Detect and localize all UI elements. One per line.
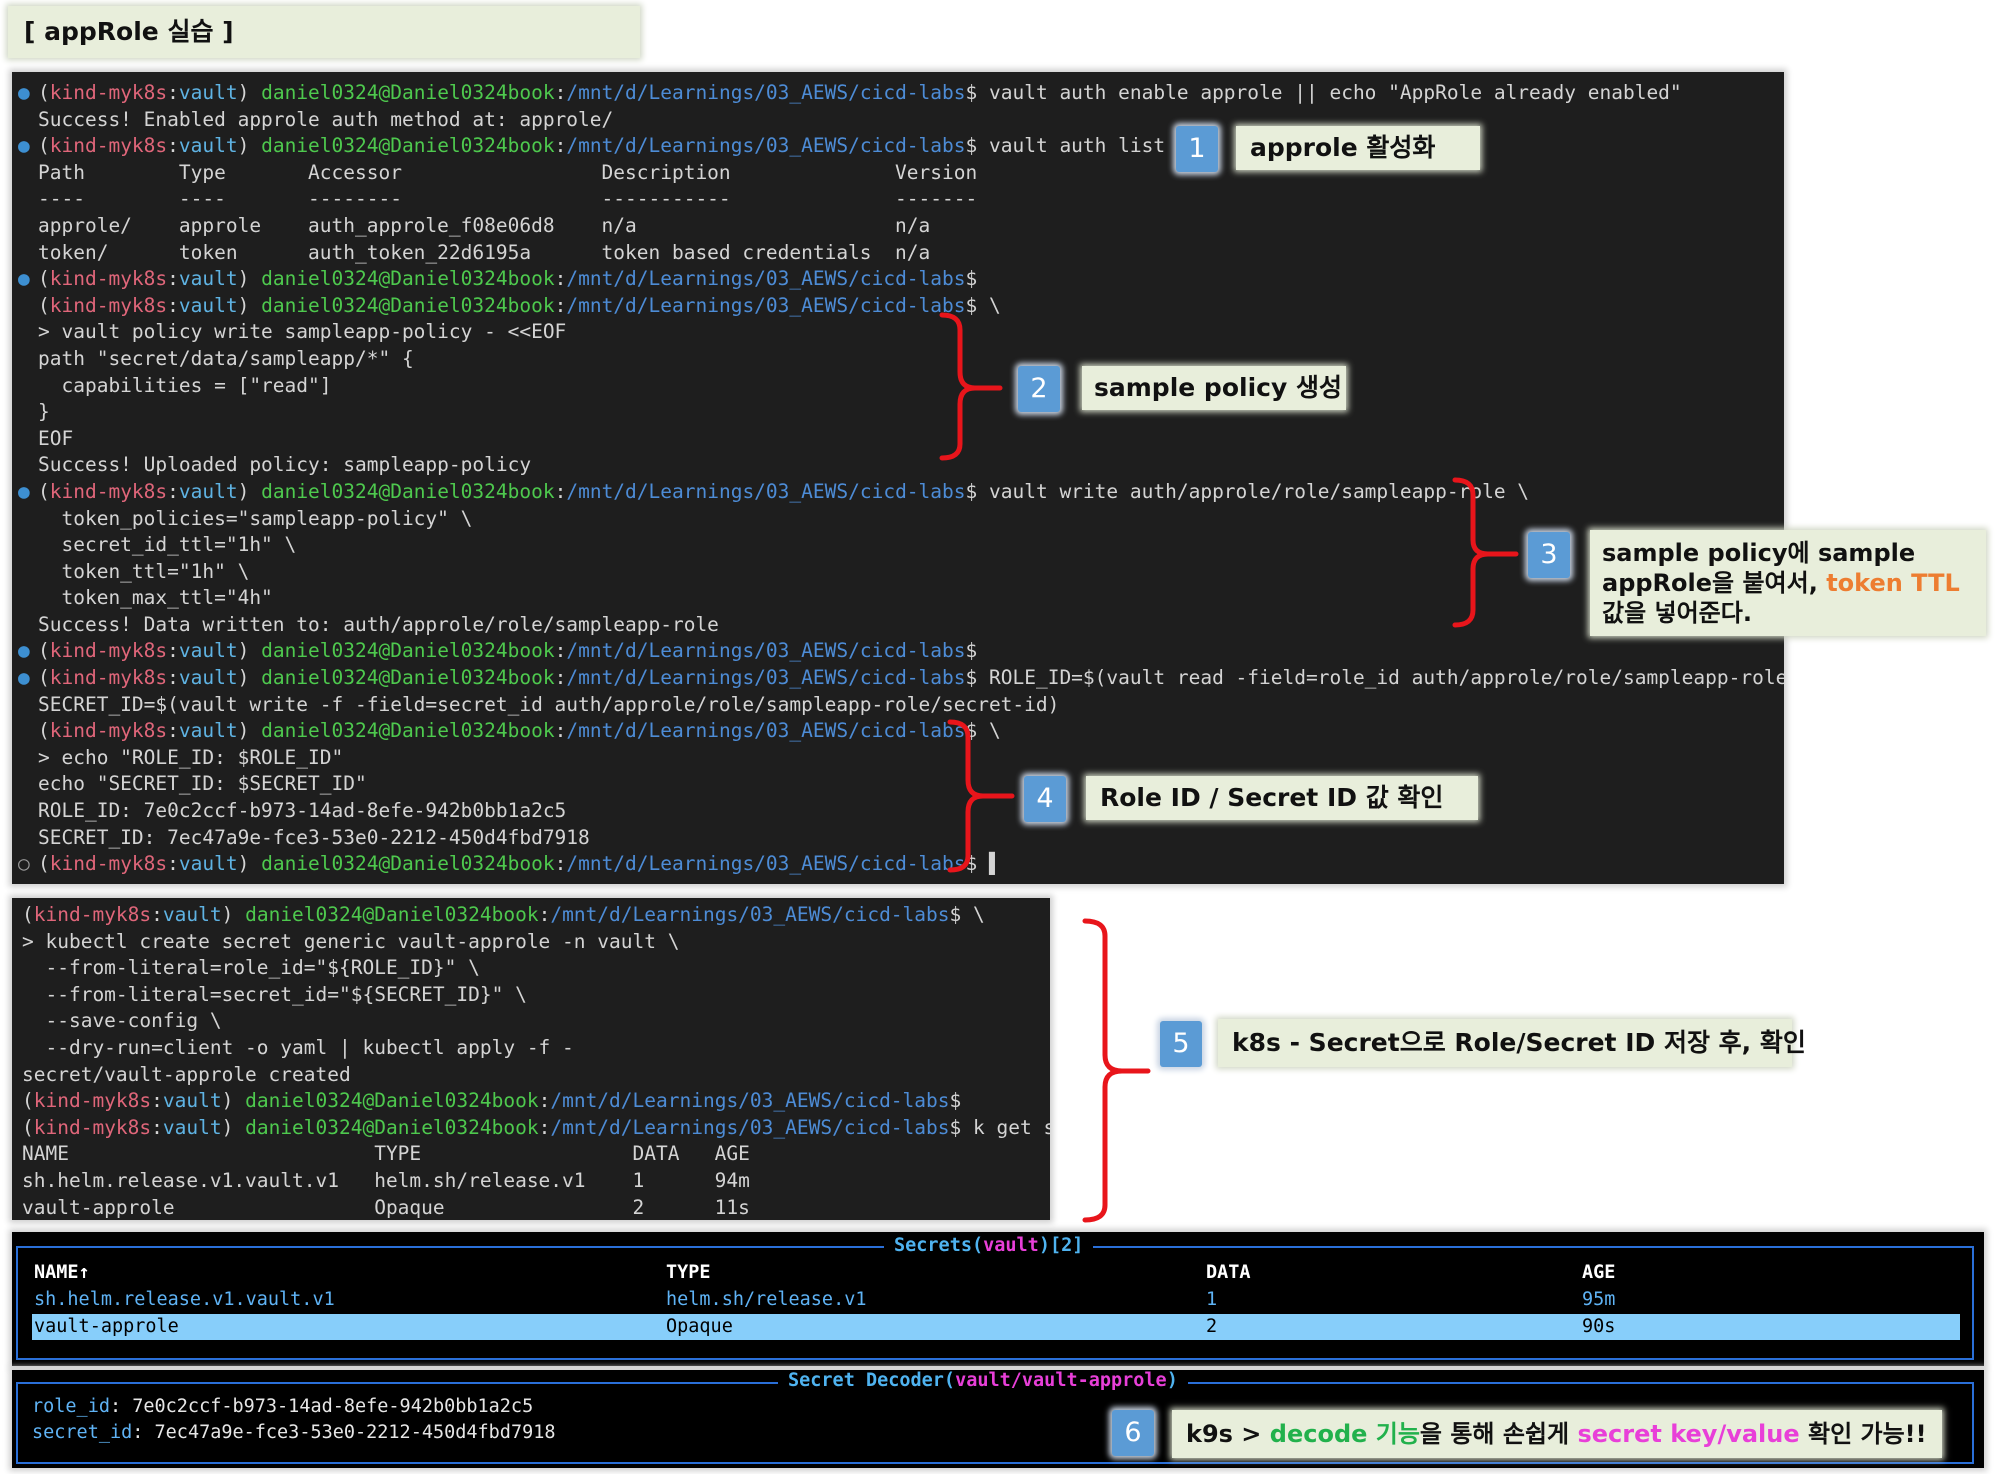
token-ttl-highlight: token TTL bbox=[1826, 569, 1960, 597]
k9s-cell-data: 2 bbox=[1206, 1316, 1218, 1337]
step-badge-6: 6 bbox=[1112, 1410, 1154, 1456]
k9s-row[interactable]: sh.helm.release.v1.vault.v1 helm.sh/rele… bbox=[12, 1287, 1984, 1313]
decoder-value: : 7ec47a9e-fce3-53e0-2212-450d4fbd7918 bbox=[132, 1422, 556, 1443]
callout-approle-ttl: sample policy에 sample appRole을 붙여서, toke… bbox=[1590, 530, 1986, 636]
step-badge-2: 2 bbox=[1018, 366, 1060, 412]
step-badge-1: 1 bbox=[1176, 126, 1218, 172]
k9s-decoder-title: Secret Decoder(vault/vault-approle) bbox=[778, 1370, 1188, 1392]
bracket-4 bbox=[947, 719, 1015, 873]
callout-3-line-2: appRole을 붙여서, token TTL bbox=[1602, 569, 1960, 597]
k9s-cell-age: 95m bbox=[1582, 1289, 1616, 1310]
k9s-cell-data: 1 bbox=[1206, 1289, 1218, 1310]
decoder-value: : 7e0c2ccf-b973-14ad-8efe-942b0bb1a2c5 bbox=[109, 1396, 534, 1417]
k9s-cell-name: sh.helm.release.v1.vault.v1 bbox=[34, 1289, 335, 1310]
k9s-cell-age: 90s bbox=[1582, 1316, 1616, 1337]
bracket-3 bbox=[1452, 477, 1519, 628]
k9s-header-data[interactable]: DATA bbox=[1206, 1260, 1251, 1286]
k9s-cell-type: Opaque bbox=[666, 1316, 733, 1337]
k9s-secrets-title: Secrets(vault)[2] bbox=[884, 1235, 1094, 1257]
k9s-cell-name: vault-approle bbox=[34, 1316, 179, 1337]
decoder-key: secret_id bbox=[32, 1422, 133, 1443]
bracket-2 bbox=[939, 312, 1003, 461]
k9s-cell-type: helm.sh/release.v1 bbox=[666, 1289, 867, 1310]
callout-approle-enable: approle 활성화 bbox=[1236, 126, 1480, 170]
k9s-secrets-view[interactable]: Secrets(vault)[2] NAME↑ TYPE DATA AGE sh… bbox=[12, 1232, 1984, 1366]
callout-role-secret-id: Role ID / Secret ID 값 확인 bbox=[1086, 776, 1478, 820]
callout-3-line-3: 값을 넣어준다. bbox=[1602, 599, 1752, 627]
k9s-header-name[interactable]: NAME↑ bbox=[34, 1260, 90, 1286]
callout-k9s-decode: k9s > decode 기능을 통해 손쉽게 secret key/value… bbox=[1172, 1410, 1942, 1458]
k9s-row-selected[interactable]: vault-approle Opaque 2 90s bbox=[32, 1314, 1960, 1340]
callout-3-line-1: sample policy에 sample bbox=[1602, 539, 1916, 567]
callout-sample-policy: sample policy 생성 bbox=[1082, 366, 1346, 410]
k9s-header-age[interactable]: AGE bbox=[1582, 1260, 1615, 1286]
bracket-5 bbox=[1082, 918, 1151, 1223]
step-badge-5: 5 bbox=[1160, 1021, 1202, 1067]
callout-k8s-secret: k8s - Secret으로 Role/Secret ID 저장 후, 확인 bbox=[1218, 1019, 1806, 1067]
step-badge-4: 4 bbox=[1024, 776, 1066, 822]
decoder-key: role_id bbox=[32, 1396, 110, 1417]
k9s-header-row: NAME↑ TYPE DATA AGE bbox=[12, 1260, 1984, 1286]
step-badge-3: 3 bbox=[1528, 532, 1570, 578]
k9s-header-type[interactable]: TYPE bbox=[666, 1260, 711, 1286]
